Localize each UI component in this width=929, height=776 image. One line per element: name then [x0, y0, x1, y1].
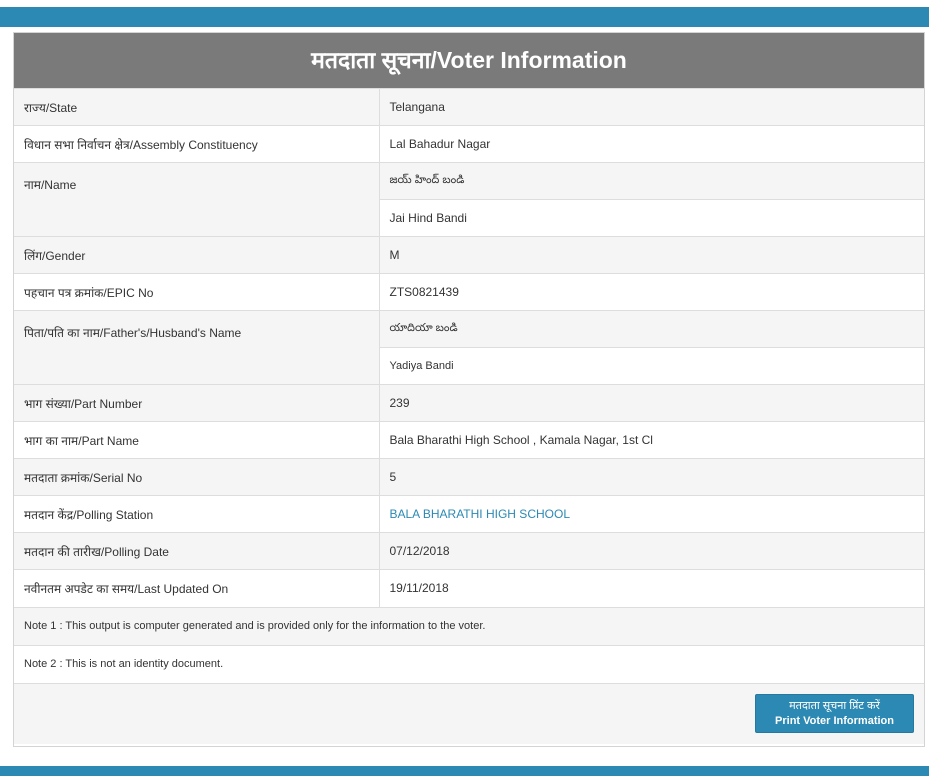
part-number-label: भाग संख्या/Part Number — [14, 384, 380, 422]
serial-value: 5 — [379, 458, 924, 496]
polling-station-label: मतदान केंद्र/Polling Station — [14, 495, 380, 533]
row-serial: मतदाता क्रमांक/Serial No 5 — [14, 458, 924, 496]
row-name: नाम/Name జయ్ హింద్ బండి — [14, 162, 924, 237]
row-assembly: विधान सभा निर्वाचन क्षेत्र/Assembly Cons… — [14, 125, 924, 163]
print-button-hindi-label: मतदाता सूचना प्रिंट करें — [789, 699, 880, 712]
assembly-value: Lal Bahadur Nagar — [379, 125, 924, 163]
row-state: राज्य/State Telangana — [14, 88, 924, 126]
part-name-label: भाग का नाम/Part Name — [14, 421, 380, 459]
row-part-name: भाग का नाम/Part Name Bala Bharathi High … — [14, 421, 924, 459]
panel-title: मतदाता सूचना/Voter Information — [14, 33, 924, 88]
voter-info-panel: मतदाता सूचना/Voter Information राज्य/Sta… — [13, 32, 925, 747]
name-value: Jai Hind Bandi — [379, 199, 924, 237]
row-last-updated: नवीनतम अपडेट का समय/Last Updated On 19/1… — [14, 569, 924, 607]
polling-date-value: 07/12/2018 — [379, 532, 924, 570]
polling-date-label: मतदान की तारीख/Polling Date — [14, 532, 380, 570]
state-label: राज्य/State — [14, 88, 380, 126]
last-updated-value: 19/11/2018 — [379, 569, 924, 607]
note-2: Note 2 : This is not an identity documen… — [14, 644, 924, 683]
row-polling-date: मतदान की तारीख/Polling Date 07/12/2018 — [14, 532, 924, 570]
father-value: Yadiya Bandi — [379, 347, 924, 385]
row-gender: लिंग/Gender M — [14, 236, 924, 274]
father-native-value: యాదియా బండి — [379, 310, 924, 348]
polling-station-link[interactable]: BALA BHARATHI HIGH SCHOOL — [379, 495, 924, 533]
row-father: पिता/पति का नाम/Father's/Husband's Name … — [14, 310, 924, 385]
row-polling-station: मतदान केंद्र/Polling Station BALA BHARAT… — [14, 495, 924, 533]
name-native-value: జయ్ హింద్ బండి — [379, 162, 924, 200]
name-label: नाम/Name — [14, 162, 380, 237]
top-banner-bar — [0, 7, 929, 27]
last-updated-label: नवीनतम अपडेट का समय/Last Updated On — [14, 569, 380, 607]
assembly-label: विधान सभा निर्वाचन क्षेत्र/Assembly Cons… — [14, 125, 380, 163]
part-number-value: 239 — [379, 384, 924, 422]
serial-label: मतदाता क्रमांक/Serial No — [14, 458, 380, 496]
gender-label: लिंग/Gender — [14, 236, 380, 274]
print-button-label: Print Voter Information — [775, 714, 894, 727]
gender-value: M — [379, 236, 924, 274]
epic-value: ZTS0821439 — [379, 273, 924, 311]
row-part-number: भाग संख्या/Part Number 239 — [14, 384, 924, 422]
part-name-value: Bala Bharathi High School , Kamala Nagar… — [379, 421, 924, 459]
row-epic: पहचान पत्र क्रमांक/EPIC No ZTS0821439 — [14, 273, 924, 311]
state-value: Telangana — [379, 88, 924, 126]
father-label: पिता/पति का नाम/Father's/Husband's Name — [14, 310, 380, 385]
panel-footer: मतदाता सूचना प्रिंट करें Print Voter Inf… — [14, 682, 924, 744]
note-1: Note 1 : This output is computer generat… — [14, 606, 924, 645]
voter-info-table: राज्य/State Telangana विधान सभा निर्वाचन… — [14, 88, 924, 607]
print-voter-info-button[interactable]: मतदाता सूचना प्रिंट करें Print Voter Inf… — [755, 693, 914, 733]
epic-label: पहचान पत्र क्रमांक/EPIC No — [14, 273, 380, 311]
bottom-banner-bar — [0, 766, 929, 776]
